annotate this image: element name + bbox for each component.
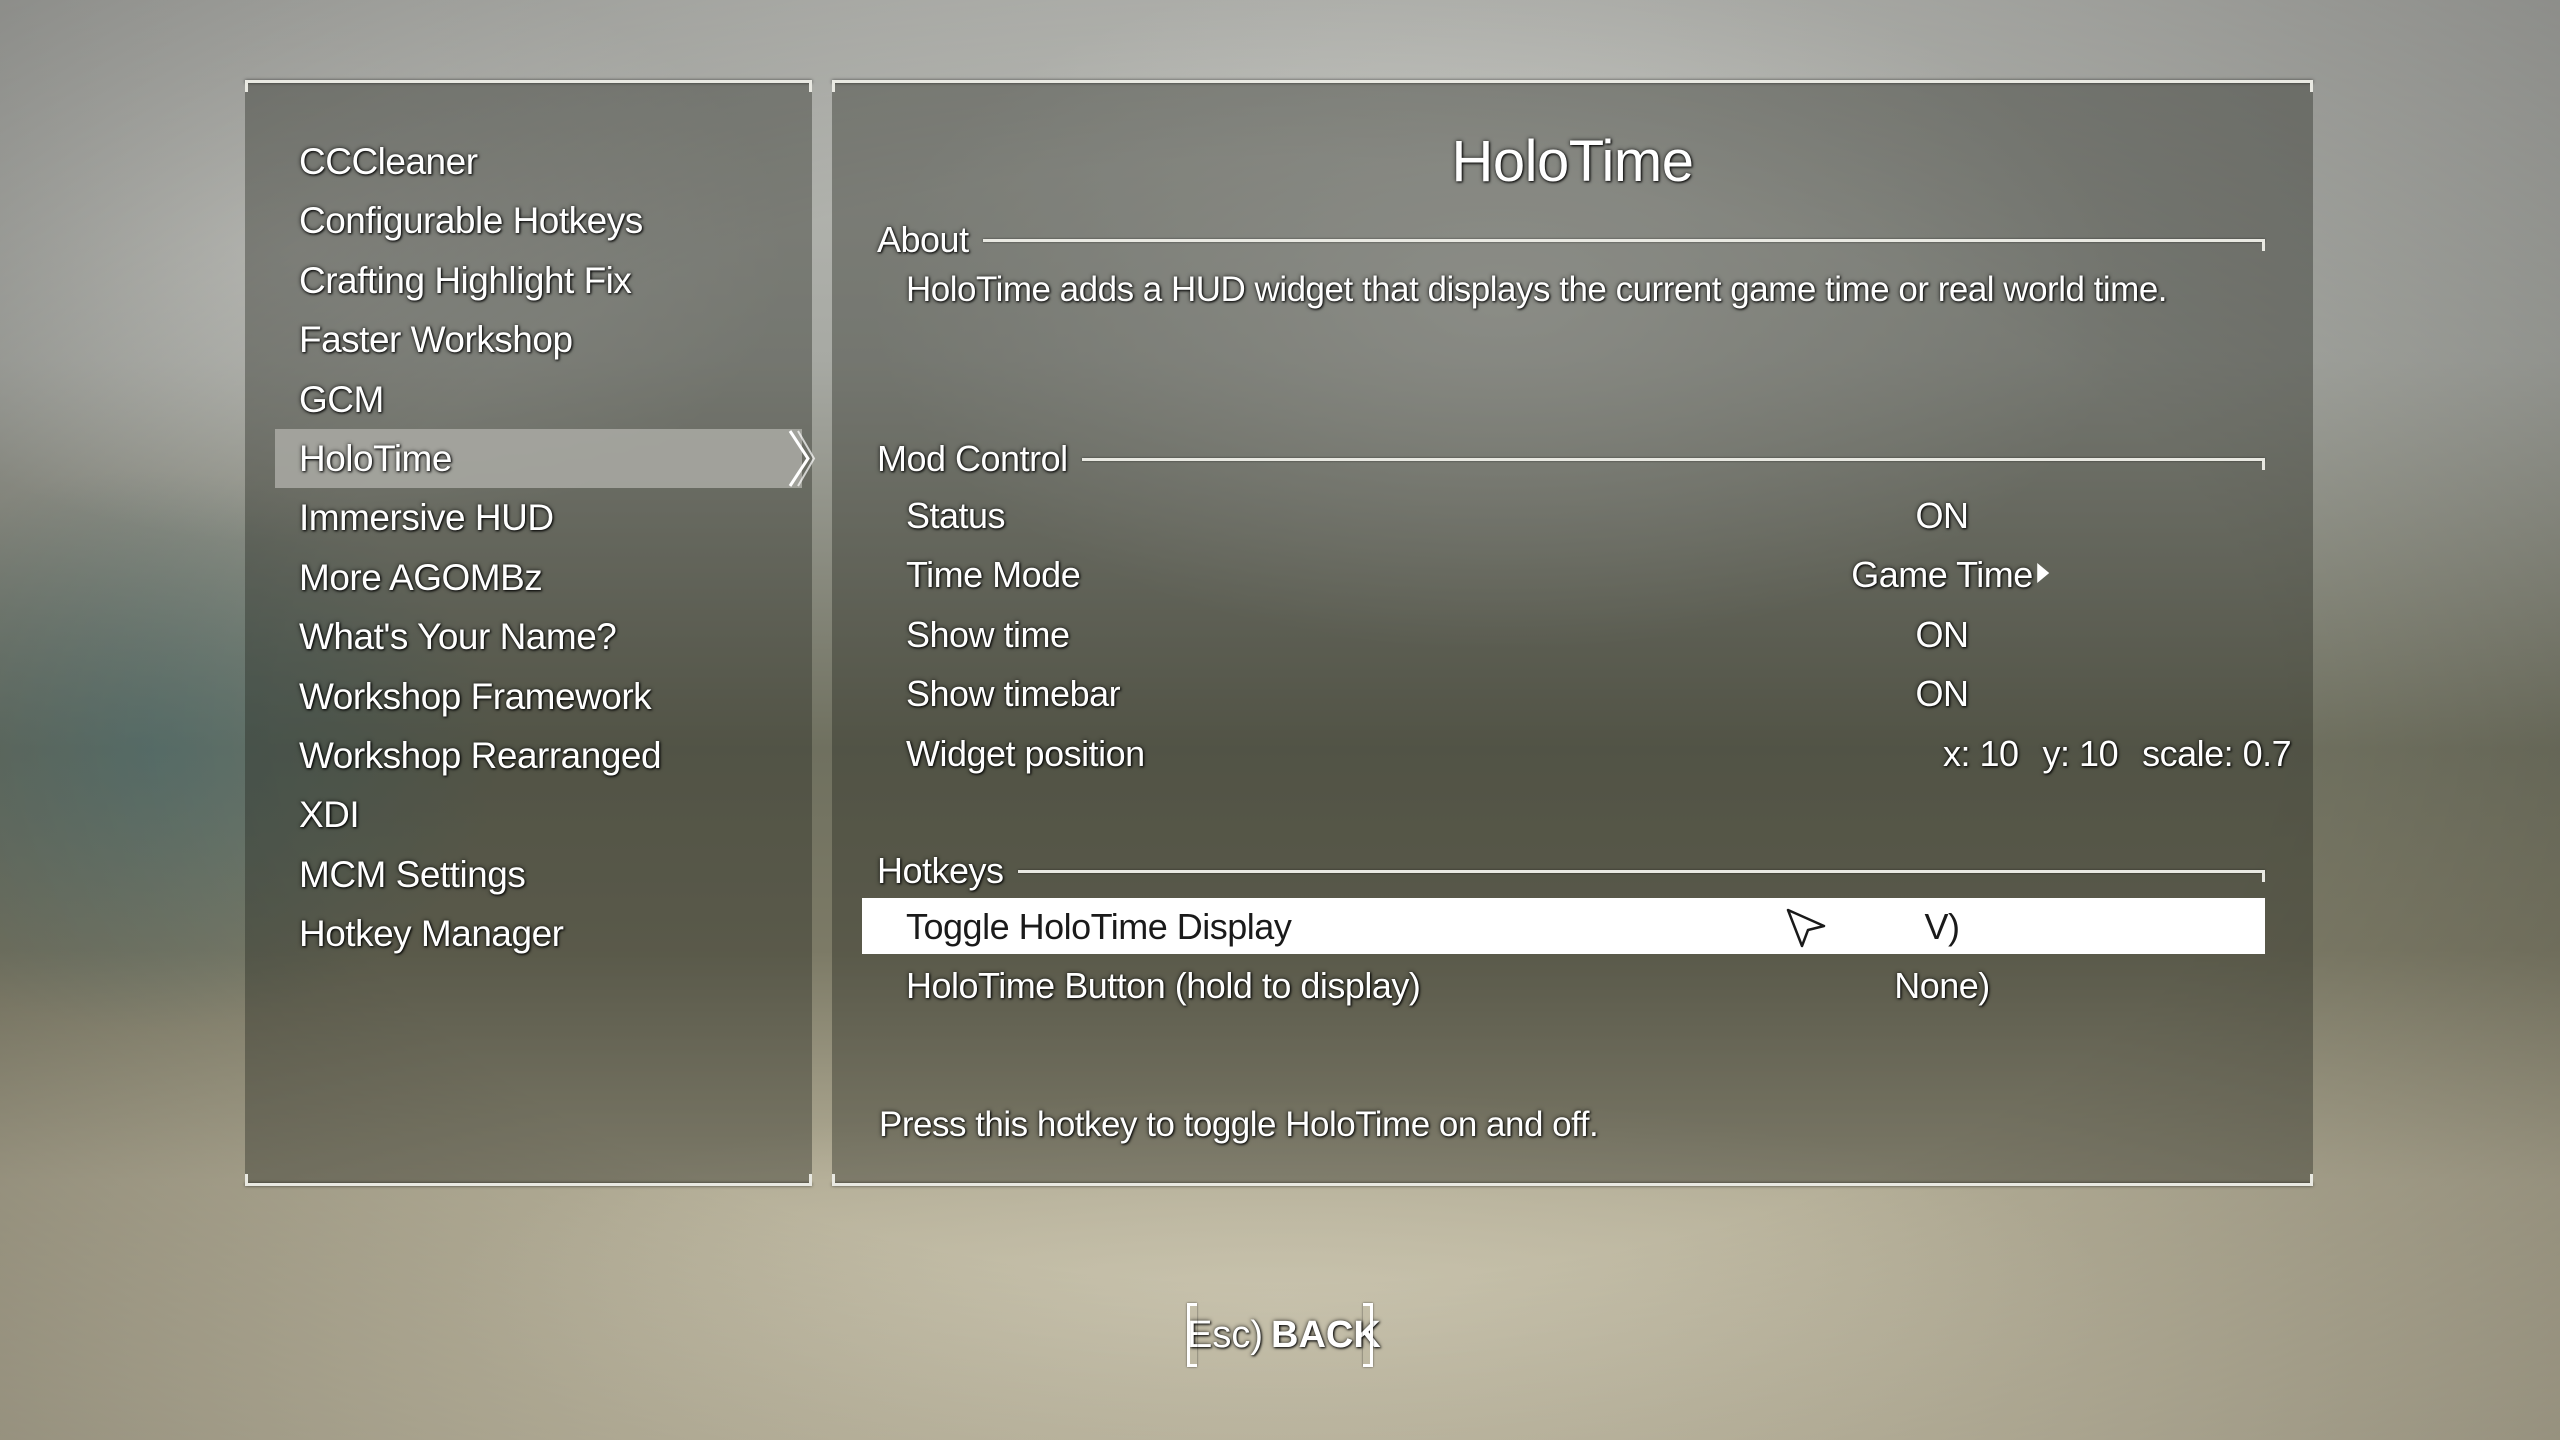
setting-label-time-mode: Time Mode <box>906 554 1081 595</box>
panel-frame-top <box>832 80 2313 92</box>
mod-item-workshop-rearranged[interactable]: Workshop Rearranged <box>245 726 812 785</box>
mod-detail-panel: HoloTime About HoloTime adds a HUD widge… <box>832 80 2313 1186</box>
setting-row-time-mode[interactable]: Time Mode Game Time <box>862 546 2265 602</box>
widget-position-x: x: 10 <box>1943 733 2019 774</box>
setting-row-status[interactable]: Status ON <box>862 487 2265 543</box>
mod-item-whats-your-name[interactable]: What's Your Name? <box>245 607 812 666</box>
hotkey-label-hold-button: HoloTime Button (hold to display) <box>906 965 1421 1006</box>
mod-item-workshop-framework[interactable]: Workshop Framework <box>245 667 812 726</box>
mod-item-crafting-highlight-fix[interactable]: Crafting Highlight Fix <box>245 251 812 310</box>
hotkey-label-toggle-display: Toggle HoloTime Display <box>906 906 1292 947</box>
hotkey-row-hold-button[interactable]: HoloTime Button (hold to display) None) <box>862 957 2265 1013</box>
section-header-about: About <box>877 217 2266 263</box>
mod-item-mcm-settings[interactable]: MCM Settings <box>245 845 812 904</box>
mod-item-holotime[interactable]: HoloTime <box>275 428 816 489</box>
mod-item-cccleaner[interactable]: CCCleaner <box>245 132 812 191</box>
page-title: HoloTime <box>1451 129 1694 194</box>
mod-item-more-agombz[interactable]: More AGOMBz <box>245 548 812 607</box>
dropdown-arrow-right-icon[interactable] <box>2036 563 2049 583</box>
widget-position-values[interactable]: x: 10 y: 10 scale: 0.7 <box>1943 733 2315 775</box>
section-divider <box>982 238 2266 251</box>
section-label-about: About <box>877 219 969 260</box>
mod-item-configurable-hotkeys[interactable]: Configurable Hotkeys <box>245 191 812 250</box>
mod-item-hotkey-manager[interactable]: Hotkey Manager <box>245 904 812 963</box>
hotkey-value-toggle-display[interactable]: V) <box>1925 906 1961 948</box>
section-divider <box>1017 869 2266 882</box>
back-key-hint: Esc) <box>1187 1314 1263 1356</box>
mod-list: CCCleaner Configurable Hotkeys Crafting … <box>245 132 816 963</box>
widget-position-y: y: 10 <box>2042 733 2119 774</box>
mod-item-faster-workshop[interactable]: Faster Workshop <box>245 310 812 369</box>
bracket-left <box>1187 1303 1197 1367</box>
mod-item-immersive-hud[interactable]: Immersive HUD <box>245 488 812 547</box>
mouse-cursor-icon <box>1786 908 1826 948</box>
mod-item-gcm[interactable]: GCM <box>245 370 812 429</box>
section-divider <box>1081 457 2266 470</box>
mod-item-xdi[interactable]: XDI <box>245 785 812 844</box>
section-header-mod-control: Mod Control <box>877 436 2266 482</box>
section-label-hotkeys: Hotkeys <box>877 850 1004 891</box>
mod-item-holotime-label: HoloTime <box>299 437 452 479</box>
section-header-hotkeys: Hotkeys <box>877 848 2266 894</box>
mod-list-panel: CCCleaner Configurable Hotkeys Crafting … <box>245 80 816 1186</box>
back-button[interactable]: Esc) BACK <box>1187 1303 1381 1367</box>
setting-value-show-time[interactable]: ON <box>1916 614 1970 656</box>
setting-label-show-timebar: Show timebar <box>906 673 1121 714</box>
setting-row-widget-position[interactable]: Widget position x: 10 y: 10 scale: 0.7 <box>862 725 2292 781</box>
setting-value-show-timebar[interactable]: ON <box>1916 673 1970 715</box>
panel-frame-top <box>245 80 812 92</box>
about-description: HoloTime adds a HUD widget that displays… <box>906 270 2168 309</box>
setting-row-show-timebar[interactable]: Show timebar ON <box>862 665 2265 721</box>
panel-frame-bottom <box>245 1174 812 1186</box>
widget-position-scale: scale: 0.7 <box>2142 733 2292 774</box>
panel-frame-bottom <box>832 1174 2313 1186</box>
help-description: Press this hotkey to toggle HoloTime on … <box>879 1105 1599 1144</box>
setting-label-status: Status <box>906 495 1006 536</box>
bracket-right <box>1363 1303 1373 1367</box>
setting-label-widget-position: Widget position <box>906 733 1145 774</box>
setting-row-show-time[interactable]: Show time ON <box>862 606 2265 662</box>
hotkey-row-toggle-display[interactable]: Toggle HoloTime Display V) <box>862 898 2265 954</box>
time-mode-value: Game Time <box>1851 554 2033 595</box>
selection-chevron-icon <box>788 430 816 487</box>
setting-label-show-time: Show time <box>906 614 1070 655</box>
setting-value-time-mode[interactable]: Game Time <box>1851 554 2049 596</box>
section-label-mod-control: Mod Control <box>877 438 1068 479</box>
setting-value-status[interactable]: ON <box>1916 495 1970 537</box>
hotkey-value-hold-button[interactable]: None) <box>1894 965 1990 1007</box>
